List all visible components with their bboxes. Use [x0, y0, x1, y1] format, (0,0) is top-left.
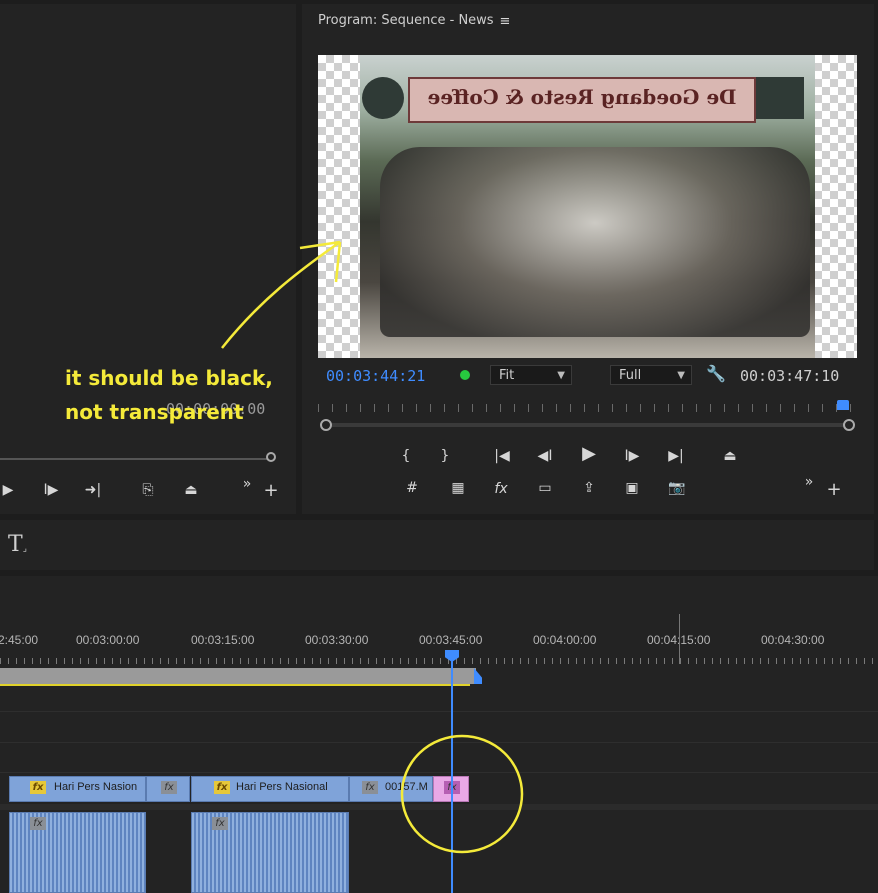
chevron-down-icon: ▼	[557, 370, 565, 381]
source-scrubber-end-handle[interactable]	[266, 452, 276, 462]
program-scrubber-track[interactable]	[326, 423, 848, 427]
annotation-text-line1: it should be black,	[65, 366, 273, 390]
source-monitor-panel	[0, 4, 296, 514]
fx-badge-icon: fx	[30, 817, 46, 830]
video-clip-1[interactable]: fx Hari Pers Nasion	[9, 776, 146, 802]
more-buttons-icon[interactable]: »	[800, 472, 818, 492]
play-icon[interactable]: ▶	[578, 444, 600, 464]
tools-bar	[0, 520, 874, 570]
mark-out-icon[interactable]: }	[437, 446, 453, 466]
fx-badge-icon: fx	[30, 781, 46, 794]
fx-badge-icon: fx	[212, 817, 228, 830]
overwrite-icon[interactable]: ⏏	[178, 480, 204, 500]
button-editor-plus-icon[interactable]: +	[262, 481, 280, 501]
ruler-label: 00:03:30:00	[305, 633, 369, 647]
track-divider	[0, 711, 878, 712]
program-scrubber-end-handle[interactable]	[843, 419, 855, 431]
work-area-bar[interactable]	[0, 668, 476, 684]
wrench-icon[interactable]: 🔧	[706, 364, 726, 384]
fx-badge-icon: fx	[214, 781, 230, 794]
fx-badge-icon: fx	[161, 781, 177, 794]
zoom-select[interactable]: Fit ▼	[490, 365, 572, 385]
clip-label: Hari Pers Nasional	[236, 781, 328, 793]
film-strip-icon[interactable]: ▦	[447, 478, 469, 498]
fx-badge-icon: fx	[362, 781, 378, 794]
play-icon[interactable]: ▶	[0, 480, 16, 500]
export-frame-icon[interactable]: ⇪	[577, 478, 601, 498]
video-clip-3[interactable]: fx 00157.M	[349, 776, 433, 802]
ruler-label: 00:03:00:00	[76, 633, 140, 647]
mini-ruler-ticks	[318, 404, 858, 412]
program-playhead-marker[interactable]	[837, 400, 849, 410]
button-editor-plus-icon[interactable]: +	[824, 480, 844, 500]
ruler-label: 00:04:00:00	[533, 633, 597, 647]
quality-select-value: Full	[619, 368, 642, 383]
chevron-down-icon: ▼	[677, 370, 685, 381]
video-frame-photo: De Goedang Resto & Coffee	[360, 55, 815, 358]
logo-right	[756, 77, 804, 119]
track-divider	[0, 742, 878, 743]
track-divider	[0, 772, 878, 773]
go-to-out-icon[interactable]: ➜|	[82, 480, 104, 500]
ruler-label: 00:03:45:00	[419, 633, 483, 647]
lift-icon[interactable]: ⏏	[717, 446, 743, 466]
more-buttons-icon[interactable]: »	[238, 474, 256, 494]
ruler-major-line	[679, 614, 680, 664]
zoom-select-value: Fit	[499, 368, 515, 383]
camera-icon[interactable]: 📷	[665, 478, 689, 498]
program-scrubber-start-handle[interactable]	[320, 419, 332, 431]
ruler-label: 2:45:00	[0, 633, 39, 647]
mark-in-icon[interactable]: {	[398, 446, 414, 466]
ruler-label: 00:04:30:00	[761, 633, 825, 647]
program-monitor-title: Program: Sequence - News	[318, 13, 494, 28]
audio-clip-1[interactable]: fx	[9, 812, 146, 893]
type-tool-icon[interactable]: T⌟	[8, 532, 27, 557]
hamburger-icon[interactable]: ≡	[496, 12, 514, 32]
go-to-out-icon[interactable]: ▶|	[664, 446, 688, 466]
multicam-icon[interactable]: ▣	[620, 478, 644, 498]
insert-icon[interactable]: ⎘	[135, 480, 161, 500]
step-forward-icon[interactable]: I▶	[40, 480, 62, 500]
step-back-icon[interactable]: ◀I	[534, 446, 556, 466]
annotation-text-line2: not transparent	[65, 400, 244, 424]
step-forward-icon[interactable]: I▶	[621, 446, 643, 466]
go-to-in-icon[interactable]: |◀	[490, 446, 514, 466]
transition-1[interactable]: fx	[146, 776, 190, 802]
banner-text: De Goedang Resto & Coffee	[427, 85, 737, 109]
ruler-ticks	[0, 658, 878, 664]
ruler-label: 00:03:15:00	[191, 633, 255, 647]
logo-left	[362, 77, 404, 119]
audio-clip-2[interactable]: fx	[191, 812, 349, 893]
fx-icon[interactable]: fx	[490, 479, 512, 499]
timeline-playhead-line[interactable]	[451, 660, 453, 893]
audio-track-separator	[0, 804, 878, 810]
video-clip-2[interactable]: fx Hari Pers Nasional	[191, 776, 349, 802]
safe-margins-icon[interactable]: #	[402, 478, 422, 498]
quality-select[interactable]: Full ▼	[610, 365, 692, 385]
status-dot	[460, 370, 470, 380]
comparison-view-icon[interactable]: ▭	[533, 478, 557, 498]
clip-label: Hari Pers Nasion	[54, 781, 138, 793]
source-scrubber-track[interactable]	[0, 458, 268, 460]
clip-label: 00157.M	[385, 781, 428, 793]
work-area-yellow-line	[0, 684, 470, 686]
crowd	[380, 147, 810, 337]
playhead-timecode[interactable]: 00:03:44:21	[326, 367, 425, 385]
duration-timecode: 00:03:47:10	[740, 367, 840, 385]
